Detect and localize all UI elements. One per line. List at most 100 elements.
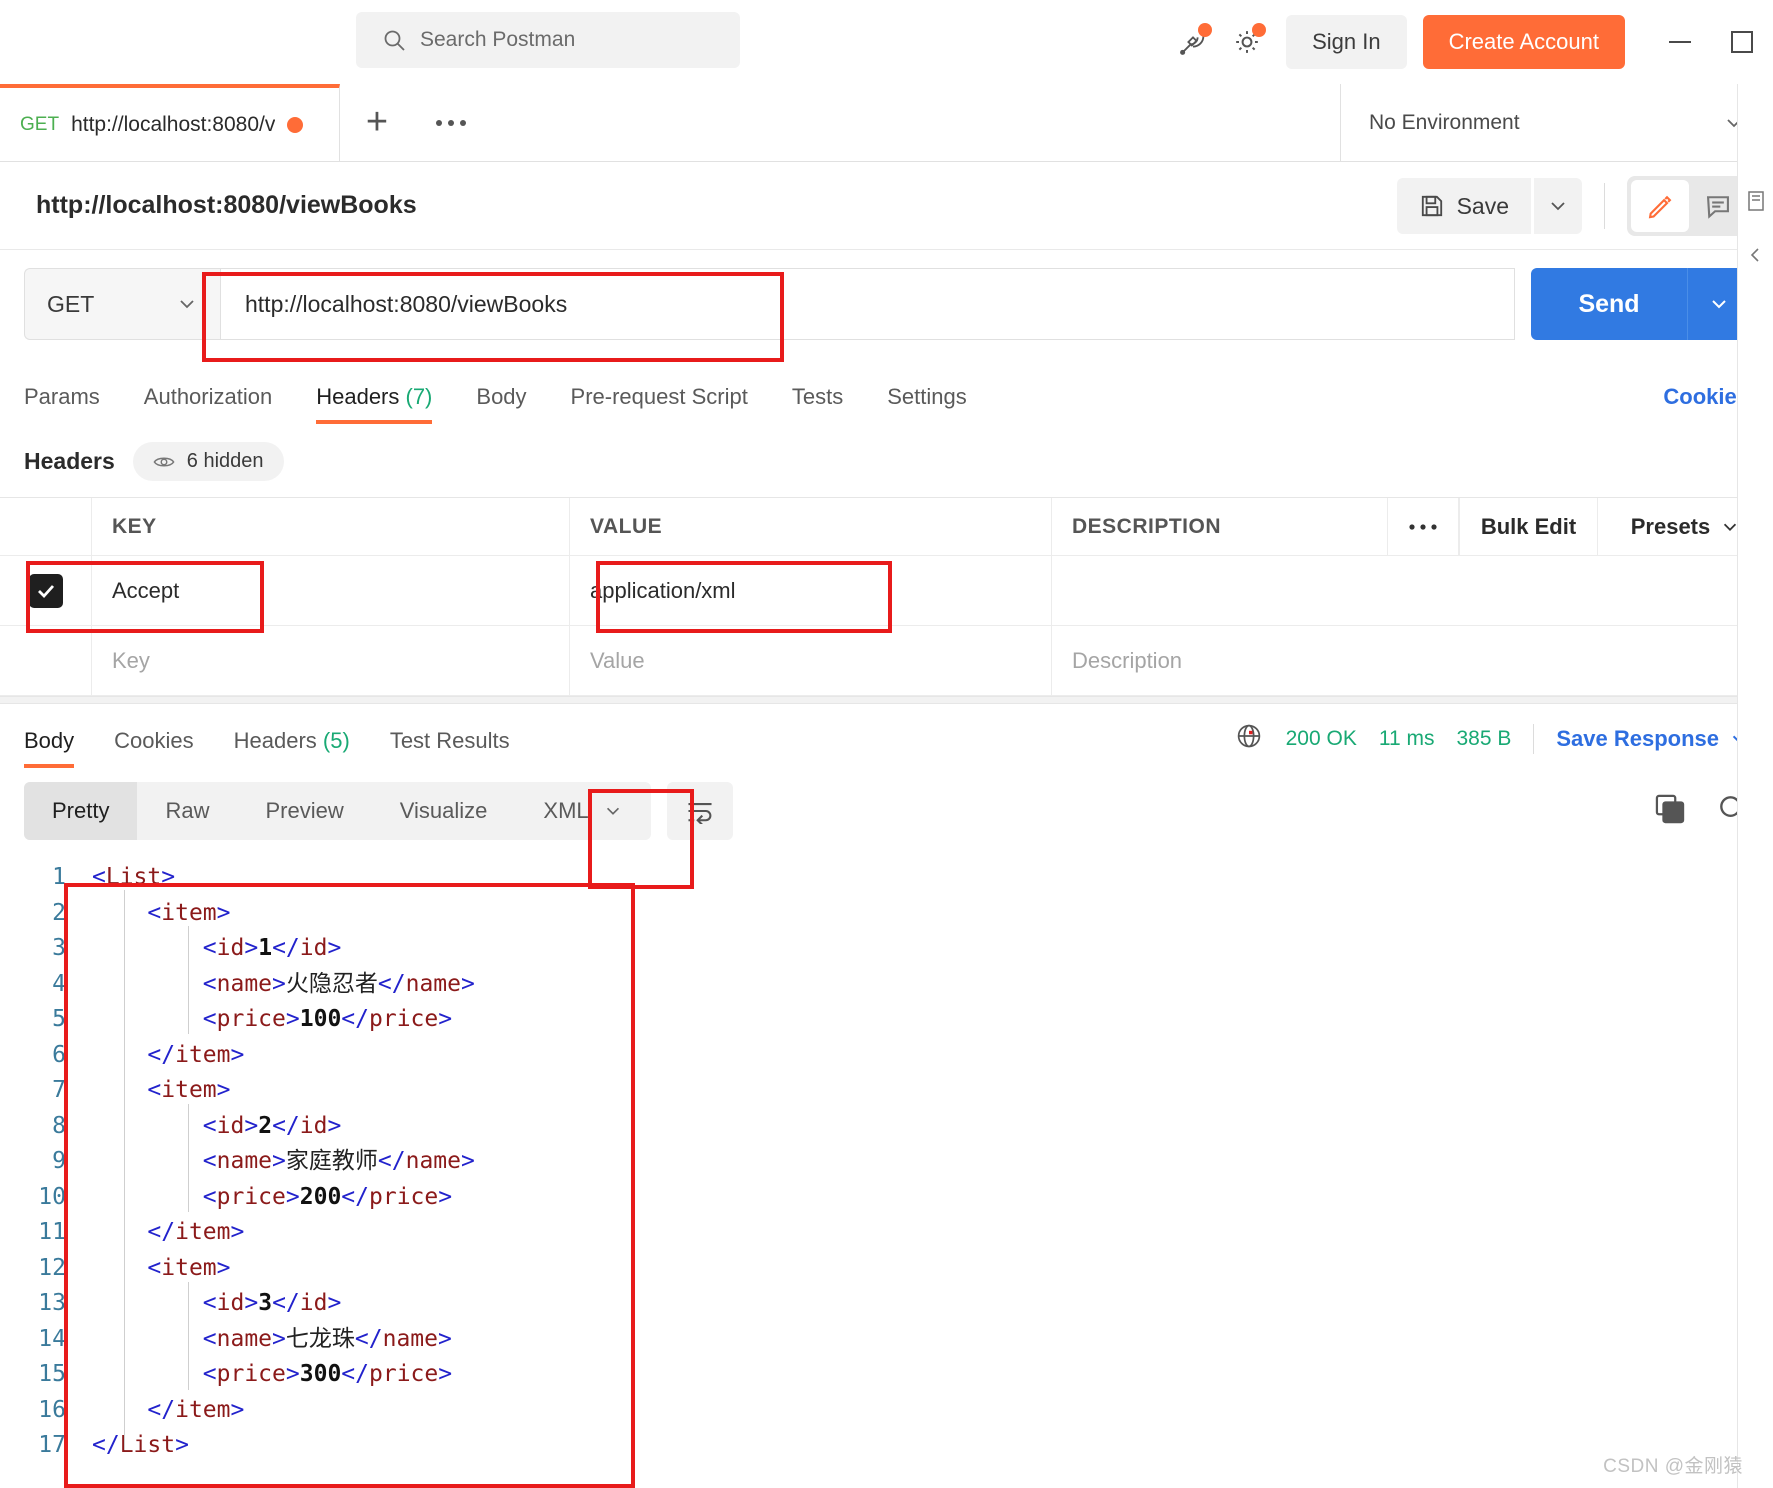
unsaved-dot-icon [287, 116, 304, 133]
maximize-icon[interactable] [1711, 0, 1773, 84]
row-checkbox[interactable] [28, 573, 63, 608]
tab-label: Test Results [389, 728, 510, 753]
ellipsis-icon[interactable] [414, 84, 488, 161]
create-account-button[interactable]: Create Account [1422, 15, 1625, 69]
response-tab-headers[interactable]: Headers (5) [214, 728, 370, 768]
headers-label: Headers [24, 448, 115, 474]
response-tab-cookies[interactable]: Cookies [94, 728, 213, 768]
response-tab-body[interactable]: Body [24, 728, 94, 768]
divider [1604, 183, 1605, 229]
code-text: <name>家庭教师</name> [202, 1148, 475, 1174]
row-checkbox-cell [0, 556, 92, 625]
environment-selector[interactable]: No Environment [1340, 84, 1773, 161]
tab-label: Params [24, 384, 100, 409]
save-button[interactable]: Save [1396, 178, 1531, 234]
sign-in-button[interactable]: Sign In [1286, 15, 1407, 69]
view-mode-visualize[interactable]: Visualize [372, 782, 516, 840]
request-tab-active[interactable]: GET http://localhost:8080/v [0, 84, 340, 161]
code-line: 4 <name>火隐忍者</name> [0, 967, 1773, 1003]
new-header-key-input[interactable]: Key [92, 626, 570, 695]
new-header-value-input[interactable]: Value [570, 626, 1052, 695]
header-value-value: application/xml [590, 577, 736, 603]
hidden-headers-toggle[interactable]: 6 hidden [132, 442, 284, 481]
url-input[interactable]: http://localhost:8080/viewBooks [220, 268, 1515, 340]
copy-icon[interactable] [1653, 792, 1687, 831]
gear-icon[interactable] [1220, 15, 1274, 69]
code-text: <name>七龙珠</name> [202, 1325, 452, 1352]
header-value-input[interactable]: application/xml [570, 556, 1052, 625]
response-toolbar-actions [1653, 792, 1749, 831]
environment-label: No Environment [1369, 110, 1520, 134]
line-number: 5 [52, 1006, 66, 1032]
code-line: 15 <price>300</price> [0, 1357, 1773, 1393]
plus-icon[interactable]: + [340, 84, 414, 161]
line-number: 16 [38, 1396, 66, 1423]
code-text: <price>300</price> [202, 1361, 453, 1387]
bulk-edit-button[interactable]: Bulk Edit [1459, 498, 1597, 555]
code-text: <id>3</id> [202, 1290, 342, 1316]
view-mode-pretty[interactable]: Pretty [24, 782, 138, 840]
tab-authorization[interactable]: Authorization [122, 384, 294, 424]
code-text: <price>100</price> [202, 1006, 453, 1032]
tab-params[interactable]: Params [24, 384, 122, 424]
pencil-icon[interactable] [1631, 180, 1689, 232]
view-mode-preview[interactable]: Preview [237, 782, 371, 840]
line-number: 3 [52, 935, 66, 961]
search-input[interactable]: Search Postman [356, 12, 740, 68]
request-actions: Save [1396, 162, 1751, 250]
tab-label: Headers [233, 728, 317, 753]
line-number: 9 [52, 1148, 66, 1174]
collapse-panel-icon[interactable] [1738, 228, 1773, 282]
fold-guide [188, 1104, 189, 1212]
top-bar-actions: Sign In Create Account [1166, 0, 1773, 84]
tab-tests[interactable]: Tests [770, 384, 865, 424]
chevron-down-icon [1711, 300, 1726, 309]
format-selector[interactable]: XML [515, 782, 650, 840]
code-text: <List> [92, 864, 176, 890]
tab-label: Cookies [114, 728, 194, 753]
tab-body[interactable]: Body [454, 384, 548, 424]
code-text: <name>火隐忍者</name> [202, 970, 475, 997]
method-selector[interactable]: GET [24, 268, 220, 340]
watermark: CSDN @金刚猿 [1603, 1456, 1743, 1477]
wrap-lines-icon[interactable] [666, 782, 733, 840]
table-row: Accept application/xml [0, 556, 1773, 626]
view-mode-raw[interactable]: Raw [137, 782, 237, 840]
tab-headers[interactable]: Headers (7) [294, 384, 454, 424]
search-placeholder-text: Search Postman [420, 28, 576, 51]
line-number: 2 [52, 899, 66, 926]
code-text: </item> [147, 1396, 245, 1423]
code-text: </item> [147, 1041, 245, 1068]
line-number: 13 [38, 1290, 66, 1316]
send-button[interactable]: Send [1531, 268, 1687, 340]
code-text: <id>1</id> [202, 935, 342, 961]
new-header-description-input[interactable]: Description [1052, 626, 1773, 695]
minimize-icon[interactable] [1649, 0, 1711, 84]
header-description-input[interactable] [1052, 556, 1773, 625]
format-label: XML [543, 798, 589, 823]
code-text: <item> [147, 1077, 231, 1103]
globe-icon [1234, 721, 1264, 756]
save-response-button[interactable]: Save Response [1556, 726, 1749, 752]
documentation-icon[interactable] [1738, 174, 1773, 228]
response-divider[interactable] [0, 696, 1773, 704]
save-options-button[interactable] [1534, 178, 1582, 234]
ellipsis-icon[interactable] [1387, 498, 1459, 555]
code-line: 1 <List> [0, 860, 1773, 896]
response-body-code[interactable]: 1 <List> 2 <item> 3 <id>1</id> 4 <name>火隐忍者<… [0, 852, 1773, 1462]
window-controls [1649, 0, 1773, 84]
response-tab-test-results[interactable]: Test Results [370, 728, 530, 768]
line-number: 4 [52, 970, 66, 997]
request-tabs: Params Authorization Headers (7) Body Pr… [0, 362, 1773, 424]
search-icon [382, 28, 406, 52]
tab-label: Tests [791, 384, 844, 409]
table-row-new: Key Value Description [0, 626, 1773, 696]
request-name-row: http://localhost:8080/viewBooks Save [0, 162, 1773, 250]
header-select-all-cell [0, 498, 92, 555]
header-key-input[interactable]: Accept [92, 556, 570, 625]
satellite-icon[interactable] [1166, 15, 1220, 69]
save-response-label: Save Response [1556, 725, 1719, 751]
tab-pre-request-script[interactable]: Pre-request Script [549, 384, 770, 424]
tab-settings[interactable]: Settings [865, 384, 989, 424]
edit-comment-group [1627, 176, 1751, 236]
